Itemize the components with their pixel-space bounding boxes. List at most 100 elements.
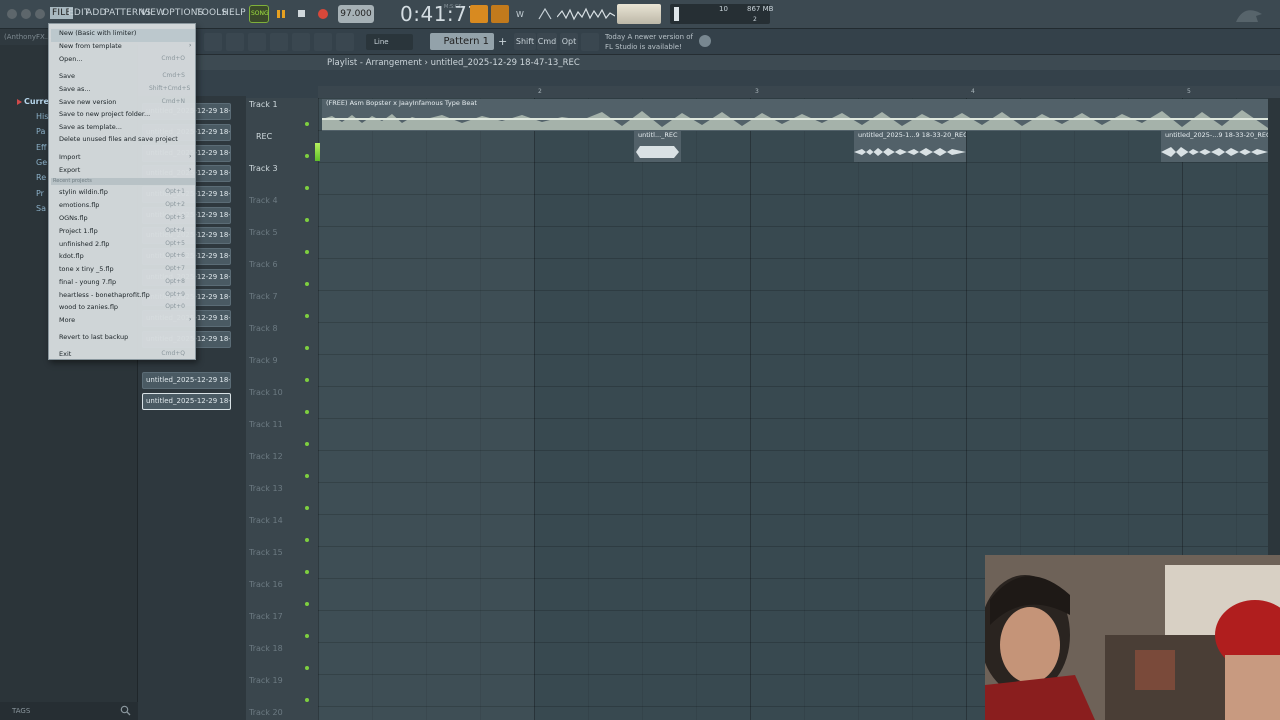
track-label[interactable]: Track 19: [249, 676, 283, 685]
tree-item-remote[interactable]: Re: [36, 173, 46, 182]
tree-item-generators[interactable]: Ge: [36, 158, 47, 167]
menu-item-recent-2[interactable]: emotions.flp: [59, 201, 99, 209]
track-label[interactable]: Track 5: [249, 228, 278, 237]
track-label[interactable]: Track 14: [249, 516, 283, 525]
cmd-button[interactable]: Cmd: [537, 33, 557, 50]
close-window-icon[interactable]: [7, 9, 17, 19]
audio-clip-rec-2[interactable]: untitled_2025-1...9 18-33-20_REC: [854, 131, 966, 162]
track-label[interactable]: Track 9: [249, 356, 278, 365]
song-pattern-toggle[interactable]: SONG: [249, 5, 269, 23]
track-mute-led[interactable]: [305, 314, 309, 318]
tree-item-effects[interactable]: Eff: [36, 143, 47, 152]
track-label[interactable]: Track 20: [249, 708, 283, 717]
track-mute-led[interactable]: [305, 186, 309, 190]
arrow-icon[interactable]: [314, 33, 332, 51]
menu-item-save-as-template[interactable]: Save as template...: [59, 123, 122, 131]
clip-list-item[interactable]: untitled_2025-12-29 18-...: [142, 393, 231, 410]
track-mute-led[interactable]: [305, 666, 309, 670]
menu-item-delete-unused[interactable]: Delete unused files and save project: [59, 135, 178, 143]
snap-select[interactable]: Line: [366, 34, 413, 50]
track-label[interactable]: Track 6: [249, 260, 278, 269]
opt-button[interactable]: Opt: [560, 33, 578, 50]
menu-item-recent-4[interactable]: Project 1.flp: [59, 227, 98, 235]
track-mute-led[interactable]: [305, 250, 309, 254]
wait-for-input-icon[interactable]: W: [514, 5, 532, 23]
tree-item-samples[interactable]: Sa: [36, 204, 46, 213]
track-label[interactable]: Track 7: [249, 292, 278, 301]
menu-item-new-from-template[interactable]: New from template: [59, 42, 122, 50]
channel-rack-icon[interactable]: [248, 33, 266, 51]
clip-list-item[interactable]: untitled_2025-12-29 18-...: [142, 372, 231, 389]
menu-item-recent-6[interactable]: kdot.flp: [59, 252, 84, 260]
zoom-window-icon[interactable]: [35, 9, 45, 19]
audio-clip-beat[interactable]: (FREE) Asm Bopster x JaayInfamous Type B…: [322, 99, 1268, 131]
master-pitch-display[interactable]: [617, 4, 661, 24]
track-mute-led[interactable]: [305, 378, 309, 382]
track-mute-led[interactable]: [305, 218, 309, 222]
menu-help[interactable]: HELP: [222, 8, 246, 18]
track-label[interactable]: Track 1: [249, 100, 278, 109]
menu-item-import[interactable]: Import: [59, 153, 81, 161]
track-mute-led[interactable]: [305, 602, 309, 606]
add-pattern-button[interactable]: +: [498, 34, 510, 50]
menu-item-more[interactable]: More: [59, 316, 75, 324]
track-mute-led[interactable]: [305, 346, 309, 350]
menu-item-recent-1[interactable]: stylin wildin.flp: [59, 188, 108, 196]
tempo-display[interactable]: 97.000: [338, 5, 374, 23]
search-icon[interactable]: [120, 705, 131, 716]
track-label[interactable]: Track 18: [249, 644, 283, 653]
piano-roll-icon[interactable]: [226, 33, 244, 51]
time-display[interactable]: 0:41:77: [400, 2, 481, 26]
news-globe-icon[interactable]: [699, 35, 711, 47]
tree-item-current[interactable]: Curre: [24, 97, 49, 106]
track-mute-led[interactable]: [305, 634, 309, 638]
metronome-icon[interactable]: [470, 5, 488, 23]
menu-item-exit[interactable]: Exit: [59, 350, 71, 358]
tree-item-history[interactable]: His: [36, 112, 48, 121]
track-mute-led[interactable]: [305, 154, 309, 158]
minimize-window-icon[interactable]: [21, 9, 31, 19]
menu-item-recent-3[interactable]: OGNs.flp: [59, 214, 88, 222]
menu-item-revert-backup[interactable]: Revert to last backup: [59, 333, 128, 341]
track-label[interactable]: REC: [256, 132, 272, 141]
menu-item-open[interactable]: Open...: [59, 55, 83, 63]
track-mute-led[interactable]: [305, 410, 309, 414]
track-mute-led[interactable]: [305, 282, 309, 286]
track-label[interactable]: Track 15: [249, 548, 283, 557]
menu-item-recent-9[interactable]: heartless - bonethaprofit.flp: [59, 291, 150, 299]
play-pause-button[interactable]: [272, 5, 290, 23]
menu-item-recent-8[interactable]: final - young 7.flp: [59, 278, 116, 286]
track-mute-led[interactable]: [305, 698, 309, 702]
track-label[interactable]: Track 17: [249, 612, 283, 621]
track-label[interactable]: Track 11: [249, 420, 283, 429]
plugin-picker-icon[interactable]: [292, 33, 310, 51]
timeline-ruler[interactable]: [318, 86, 1280, 98]
playlist-icon[interactable]: [204, 33, 222, 51]
audio-clip-rec-3[interactable]: untitled_2025-...9 18-33-20_REC: [1161, 131, 1268, 162]
touch-keyboard-icon[interactable]: [581, 33, 599, 51]
mixer-icon[interactable]: [270, 33, 288, 51]
menu-item-save-new-version[interactable]: Save new version: [59, 98, 116, 106]
menu-item-new[interactable]: New (Basic with limiter): [59, 29, 136, 37]
menu-item-save-to-folder[interactable]: Save to new project folder...: [59, 110, 150, 118]
track-mute-led[interactable]: [305, 538, 309, 542]
track-label[interactable]: Track 16: [249, 580, 283, 589]
track-label[interactable]: Track 12: [249, 452, 283, 461]
countdown-icon[interactable]: [491, 5, 509, 23]
track-label[interactable]: Track 13: [249, 484, 283, 493]
shift-button[interactable]: Shift: [514, 33, 536, 50]
menu-item-recent-5[interactable]: unfinished 2.flp: [59, 240, 109, 248]
menu-item-recent-7[interactable]: tone x tiny _5.flp: [59, 265, 114, 273]
audio-clip-rec-1[interactable]: untitl..._REC: [634, 131, 681, 162]
stop-button[interactable]: [293, 5, 309, 23]
tree-item-project[interactable]: Pr: [36, 189, 44, 198]
tags-bar[interactable]: TAGS: [0, 702, 138, 720]
menu-item-save[interactable]: Save: [59, 72, 75, 80]
pattern-selector[interactable]: Pattern 1: [430, 33, 494, 50]
track-mute-led[interactable]: [305, 570, 309, 574]
track-label[interactable]: Track 8: [249, 324, 278, 333]
track-label[interactable]: Track 4: [249, 196, 278, 205]
blend-notes-icon[interactable]: [536, 5, 554, 23]
menu-item-save-as[interactable]: Save as...: [59, 85, 91, 93]
menu-item-export[interactable]: Export: [59, 166, 80, 174]
